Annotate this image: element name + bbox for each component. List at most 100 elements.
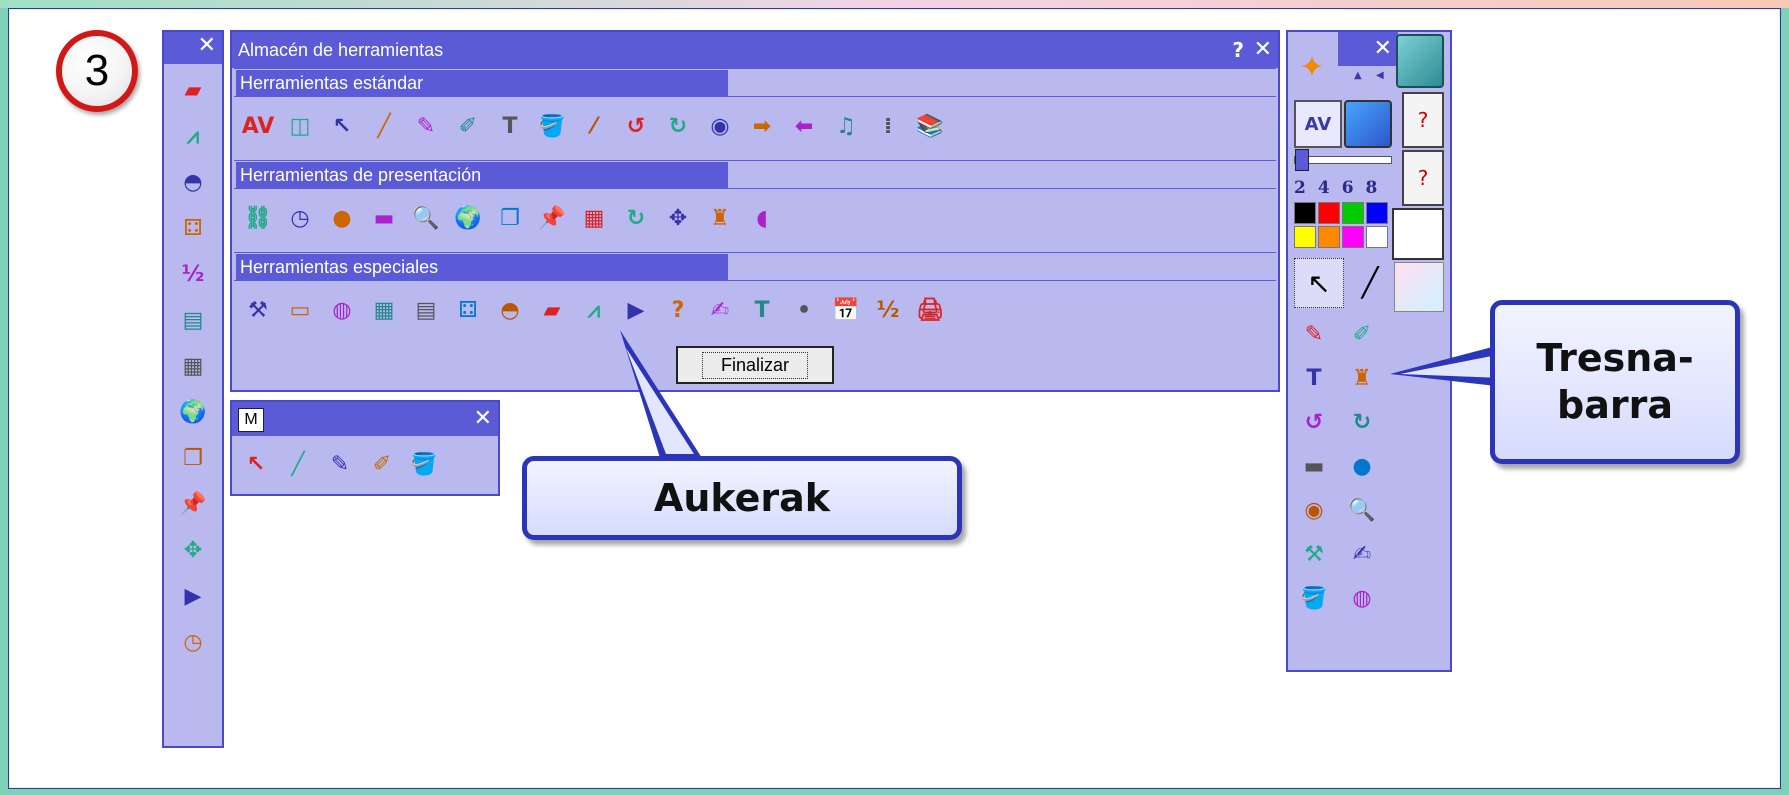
right-toolbar-tool-icon[interactable]: ⚒ — [1294, 534, 1334, 574]
tool-icon[interactable]: 🪣 — [532, 106, 572, 146]
screen-icon[interactable] — [1392, 208, 1444, 260]
pen-size-label[interactable]: 8 — [1366, 178, 1378, 198]
tool-icon[interactable]: • — [784, 290, 824, 330]
tool-icon[interactable]: ▦ — [364, 290, 404, 330]
tool-icon[interactable]: ⁄ — [574, 106, 614, 146]
tool-icon[interactable]: ⚒ — [238, 290, 278, 330]
right-toolbar-tool-icon[interactable]: T — [1294, 358, 1334, 398]
tool-icon[interactable]: ➡ — [742, 106, 782, 146]
user-help-icon[interactable]: ? — [1402, 92, 1444, 148]
tool-icon[interactable]: AV — [238, 106, 278, 146]
tool-icon[interactable]: ⚃ — [448, 290, 488, 330]
color-swatch[interactable] — [1342, 226, 1364, 248]
left-toolbar-tool-icon[interactable]: ▰ — [173, 70, 213, 110]
right-toolbar-tool-icon[interactable]: ✐ — [1342, 314, 1382, 354]
mini-toolbar-tool-icon[interactable]: 🪣 — [404, 444, 444, 484]
right-toolbar-tool-icon[interactable]: ◍ — [1342, 578, 1382, 618]
left-toolbar-tool-icon[interactable]: ▦ — [173, 346, 213, 386]
left-toolbar-tool-icon[interactable]: ⚃ — [173, 208, 213, 248]
windows-icon[interactable] — [1344, 100, 1392, 148]
mini-toolbar-tool-icon[interactable]: ↖ — [236, 444, 276, 484]
right-toolbar-tool-icon[interactable]: ✍ — [1342, 534, 1382, 574]
color-swatch[interactable] — [1366, 226, 1388, 248]
pen-size-label[interactable]: 2 — [1294, 178, 1306, 198]
tool-icon[interactable]: ▦ — [574, 198, 614, 238]
notebook-icon[interactable] — [1396, 34, 1444, 88]
tool-icon[interactable]: ? — [658, 290, 698, 330]
color-swatch[interactable] — [1366, 202, 1388, 224]
slider-handle[interactable] — [1295, 149, 1309, 171]
tool-icon[interactable]: ↻ — [658, 106, 698, 146]
tool-icon[interactable]: ◷ — [280, 198, 320, 238]
tool-icon[interactable]: ▤ — [406, 290, 446, 330]
tool-icon[interactable]: ✐ — [448, 106, 488, 146]
tool-icon[interactable]: ▭ — [280, 290, 320, 330]
tool-icon[interactable]: ✥ — [658, 198, 698, 238]
left-toolbar-tool-icon[interactable]: ◷ — [173, 622, 213, 662]
tool-icon[interactable]: ● — [322, 198, 362, 238]
left-toolbar-tool-icon[interactable]: ✥ — [173, 530, 213, 570]
right-toolbar-tool-icon[interactable]: 🪣 — [1294, 578, 1334, 618]
tool-icon[interactable]: T — [742, 290, 782, 330]
right-toolbar-tool-icon[interactable]: ✎ — [1294, 314, 1334, 354]
tool-icon[interactable]: ⁞ — [868, 106, 908, 146]
right-toolbar-tool-icon[interactable]: ♜ — [1342, 358, 1382, 398]
tool-icon[interactable]: ↖ — [322, 106, 362, 146]
left-toolbar-tool-icon[interactable]: 🌍 — [173, 392, 213, 432]
color-swatch[interactable] — [1294, 202, 1316, 224]
left-toolbar-tool-icon[interactable]: ◓ — [173, 162, 213, 202]
right-toolbar-tool-icon[interactable]: ◉ — [1294, 490, 1334, 530]
tool-icon[interactable]: ♜ — [700, 198, 740, 238]
tool-icon[interactable]: T — [490, 106, 530, 146]
right-toolbar-close-icon[interactable]: ✕ — [1374, 32, 1392, 66]
tool-icon[interactable]: ↺ — [616, 106, 656, 146]
tool-icon[interactable]: ◓ — [490, 290, 530, 330]
color-swatch[interactable] — [1342, 202, 1364, 224]
pen-icon[interactable]: ╱ — [1348, 258, 1392, 306]
right-toolbar-tool-icon[interactable]: ↻ — [1342, 402, 1382, 442]
left-toolbar-tool-icon[interactable]: 📌 — [173, 484, 213, 524]
tool-icon[interactable]: 📅 — [826, 290, 866, 330]
tool-icon[interactable]: ▰ — [532, 290, 572, 330]
tool-icon[interactable]: ↻ — [616, 198, 656, 238]
left-toolbar-tool-icon[interactable]: ⩘ — [173, 116, 213, 156]
pen-size-label[interactable]: 4 — [1318, 178, 1330, 198]
tool-icon[interactable]: 📌 — [532, 198, 572, 238]
slide-sorter-icon[interactable]: AV — [1294, 100, 1342, 148]
color-swatch[interactable] — [1318, 202, 1340, 224]
color-swatch[interactable] — [1294, 226, 1316, 248]
mini-toolbar-tool-icon[interactable]: ✎ — [320, 444, 360, 484]
tool-icon[interactable]: ✎ — [406, 106, 446, 146]
tool-icon[interactable]: ⛓ — [238, 198, 278, 238]
mini-toolbar-badge[interactable]: M — [238, 408, 264, 432]
color-swatch[interactable] — [1318, 226, 1340, 248]
right-toolbar-tool-icon[interactable]: ▬ — [1294, 446, 1334, 486]
pen-width-slider[interactable] — [1294, 149, 1392, 171]
right-toolbar-tool-icon[interactable]: 🔍 — [1342, 490, 1382, 530]
right-toolbar-tool-icon[interactable]: ● — [1342, 446, 1382, 486]
tool-icon[interactable]: 📚 — [910, 106, 950, 146]
pen-size-label[interactable]: 6 — [1342, 178, 1354, 198]
tool-icon[interactable]: 🌍 — [448, 198, 488, 238]
help-icon[interactable]: ? — [1232, 32, 1244, 68]
select-arrow-icon[interactable]: ↖ — [1294, 258, 1344, 308]
tool-icon[interactable]: ½ — [868, 290, 908, 330]
mini-toolbar-tool-icon[interactable]: ╱ — [278, 444, 318, 484]
left-toolbar-tool-icon[interactable]: ½ — [173, 254, 213, 294]
tool-icon[interactable]: ✍ — [700, 290, 740, 330]
tool-icon[interactable]: ⬅ — [784, 106, 824, 146]
tool-icon[interactable]: ▬ — [364, 198, 404, 238]
mini-toolbar-close-icon[interactable]: ✕ — [474, 402, 492, 436]
mini-toolbar-tool-icon[interactable]: ✐ — [362, 444, 402, 484]
map-icon[interactable] — [1394, 262, 1444, 312]
tool-icon[interactable]: 🖨 — [910, 290, 950, 330]
tool-icon[interactable]: ♫ — [826, 106, 866, 146]
left-toolbar-tool-icon[interactable]: ❐ — [173, 438, 213, 478]
tool-icon[interactable]: ╱ — [364, 106, 404, 146]
tool-icon[interactable]: ▶ — [616, 290, 656, 330]
tool-icon[interactable]: ◖ — [742, 198, 782, 238]
tool-icon[interactable]: ⩘ — [574, 290, 614, 330]
right-toolbar-tool-icon[interactable]: ↺ — [1294, 402, 1334, 442]
user-help-icon-2[interactable]: ? — [1402, 150, 1444, 206]
left-toolbar-tool-icon[interactable]: ▶ — [173, 576, 213, 616]
